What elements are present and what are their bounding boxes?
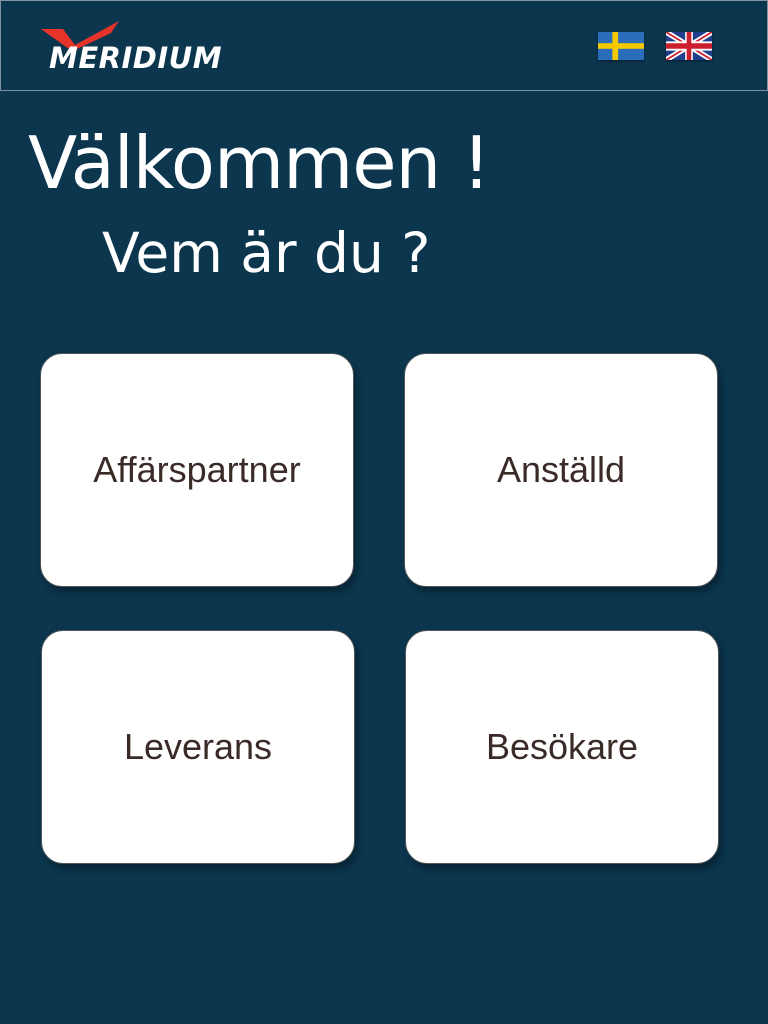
visitor-label: Besökare xyxy=(485,726,639,767)
logo-text: MERIDIUM xyxy=(49,41,223,75)
employee-button[interactable]: Anställd xyxy=(404,353,718,587)
delivery-button[interactable]: Leverans xyxy=(41,630,355,864)
meridium-logo: MERIDIUM xyxy=(41,21,281,73)
employee-label: Anställd xyxy=(496,449,626,490)
top-bar: MERIDIUM xyxy=(0,0,768,91)
page-subtitle: Vem är du ? xyxy=(102,221,431,285)
business-partner-label: Affärspartner xyxy=(93,449,301,490)
delivery-label: Leverans xyxy=(123,726,273,767)
swedish-language-button[interactable] xyxy=(598,32,644,60)
business-partner-button[interactable]: Affärspartner xyxy=(40,353,354,587)
visitor-button[interactable]: Besökare xyxy=(405,630,719,864)
english-language-button[interactable] xyxy=(666,32,712,60)
sweden-flag-icon xyxy=(598,32,644,60)
uk-flag-icon xyxy=(666,32,712,60)
page-title: Välkommen ! xyxy=(28,121,491,205)
